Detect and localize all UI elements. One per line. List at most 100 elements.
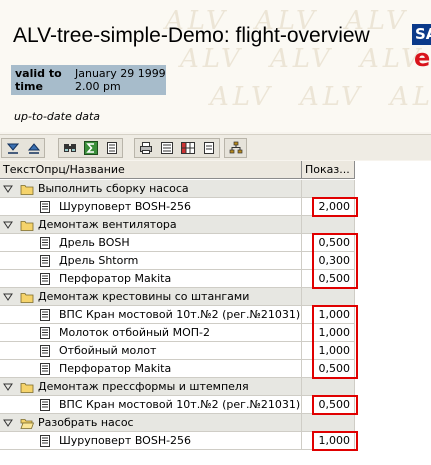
tree-group-row[interactable]: Демонтаж прессформы и штемпеля [0, 378, 431, 396]
value-cell[interactable]: 2,000 [302, 198, 355, 216]
name-cell[interactable]: Шуруповерт BOSH-256 [0, 432, 302, 450]
tree-group-row[interactable]: Демонтаж вентилятора [0, 216, 431, 234]
tree-group-row[interactable]: Выполнить сборку насоса [0, 180, 431, 198]
print-button[interactable] [135, 139, 156, 157]
node-text: Демонтаж прессформы и штемпеля [38, 380, 249, 393]
valid-to-value: January 29 1999 [75, 67, 166, 80]
value-cell[interactable] [302, 378, 355, 396]
node-text: ВПС Кран мостовой 10т.№2 (рег.№21031) [59, 308, 301, 321]
export-icon [203, 142, 214, 154]
name-cell[interactable]: Дрель BOSH [0, 234, 302, 252]
alv-toolbar [0, 134, 431, 160]
name-cell[interactable]: Дрель Shtorm [0, 252, 302, 270]
node-text: Перфоратор Makita [59, 272, 172, 285]
tree-item-row[interactable]: Перфоратор Makita 0,500 [0, 270, 431, 288]
name-cell[interactable]: Демонтаж крестовины со штангами [0, 288, 302, 306]
watermark-text: ALV [210, 82, 274, 112]
tree-item-row[interactable]: ВПС Кран мостовой 10т.№2 (рег.№21031) 0,5… [0, 396, 431, 414]
value-cell[interactable]: 0,500 [302, 396, 355, 414]
sap-logo: SAP e [412, 24, 431, 72]
sum-button[interactable] [80, 139, 101, 157]
tree-group-row[interactable]: Разобрать насос [0, 414, 431, 432]
tree-item-row[interactable]: Шуруповерт BOSH-256 1,000 [0, 432, 431, 450]
tree-item-row[interactable]: Перфоратор Makita 0,500 [0, 360, 431, 378]
expand-node-icon[interactable] [3, 418, 13, 428]
tree-item-row[interactable]: Отбойный молот 1,000 [0, 342, 431, 360]
value-cell[interactable] [302, 180, 355, 198]
folder-icon [20, 380, 34, 394]
expand-node-icon[interactable] [3, 382, 13, 392]
value-cell[interactable]: 0,300 [302, 252, 355, 270]
open-folder-icon [20, 416, 35, 430]
value-cell[interactable]: 0,500 [302, 360, 355, 378]
value-cell[interactable]: 1,000 [302, 324, 355, 342]
value-cell[interactable]: 1,000 [302, 432, 355, 450]
watermark-text: ALV [300, 82, 364, 112]
details-button[interactable] [156, 139, 177, 157]
document-icon [38, 434, 52, 448]
subtotal-button[interactable] [101, 139, 122, 157]
value-cell[interactable] [302, 288, 355, 306]
folder-icon [20, 182, 34, 196]
name-cell[interactable]: Молоток отбойный МОП-2 [0, 324, 302, 342]
name-cell[interactable]: Перфоратор Makita [0, 270, 302, 288]
expand-node-icon[interactable] [3, 184, 13, 194]
tree-item-row[interactable]: ВПС Кран мостовой 10т.№2 (рег.№21031) 1,0… [0, 306, 431, 324]
tree-item-row[interactable]: Молоток отбойный МОП-2 1,000 [0, 324, 431, 342]
node-text: Молоток отбойный МОП-2 [59, 326, 210, 339]
name-cell[interactable]: Отбойный молот [0, 342, 302, 360]
find-icon [63, 144, 76, 152]
expand-node-icon[interactable] [3, 220, 13, 230]
value-cell[interactable]: 0,500 [302, 234, 355, 252]
node-text: Демонтаж вентилятора [38, 218, 177, 231]
name-cell[interactable]: Шуруповерт BOSH-256 [0, 198, 302, 216]
value-cell[interactable] [302, 216, 355, 234]
sum-icon [83, 141, 98, 155]
node-text: Шуруповерт BOSH-256 [59, 434, 192, 447]
tree-item-row[interactable]: Дрель Shtorm 0,300 [0, 252, 431, 270]
toolbar-group-find [58, 138, 123, 158]
column-header-name[interactable]: ТекстОпрц/Название [0, 161, 302, 179]
node-text: Разобрать насос [38, 416, 134, 429]
toolbar-group-output [134, 138, 220, 158]
node-text: Перфоратор Makita [59, 362, 172, 375]
name-cell[interactable]: Разобрать насос [0, 414, 302, 432]
toolbar-group-expand [1, 138, 45, 158]
name-cell[interactable]: ВПС Кран мостовой 10т.№2 (рег.№21031) [0, 396, 302, 414]
layout-button[interactable] [177, 139, 198, 157]
export-button[interactable] [198, 139, 219, 157]
collapse-icon [27, 143, 40, 154]
document-icon [38, 272, 52, 286]
document-icon [38, 200, 52, 214]
print-icon [139, 142, 152, 154]
node-text: Отбойный молот [59, 344, 157, 357]
expand-node-icon[interactable] [3, 292, 13, 302]
node-text: Дрель Shtorm [59, 254, 139, 267]
watermark-text: ALV [180, 44, 244, 74]
document-icon [38, 362, 52, 376]
value-cell[interactable]: 1,000 [302, 342, 355, 360]
header-area: ALVALVALVALVALVALVALVALVALV ALV-tree-sim… [0, 0, 431, 132]
watermark-text: ALV [390, 82, 431, 112]
collapse-all-button[interactable] [23, 139, 44, 157]
document-icon [38, 254, 52, 268]
document-icon [38, 398, 52, 412]
hierarchy-button[interactable] [225, 139, 246, 157]
name-cell[interactable]: Выполнить сборку насоса [0, 180, 302, 198]
document-icon [38, 236, 52, 250]
name-cell[interactable]: ВПС Кран мостовой 10т.№2 (рег.№21031) [0, 306, 302, 324]
tree-item-row[interactable]: Дрель BOSH 0,500 [0, 234, 431, 252]
document-icon [38, 308, 52, 322]
value-cell[interactable]: 1,000 [302, 306, 355, 324]
name-cell[interactable]: Демонтаж прессформы и штемпеля [0, 378, 302, 396]
expand-all-button[interactable] [2, 139, 23, 157]
tree-item-row[interactable]: Шуруповерт BOSH-256 2,000 [0, 198, 431, 216]
tree-group-row[interactable]: Демонтаж крестовины со штангами [0, 288, 431, 306]
find-button[interactable] [59, 139, 80, 157]
name-cell[interactable]: Демонтаж вентилятора [0, 216, 302, 234]
value-cell[interactable] [302, 414, 355, 432]
sap-logo-text: SAP [412, 24, 431, 45]
name-cell[interactable]: Перфоратор Makita [0, 360, 302, 378]
value-cell[interactable]: 0,500 [302, 270, 355, 288]
column-header-value[interactable]: Показ... [302, 161, 355, 179]
